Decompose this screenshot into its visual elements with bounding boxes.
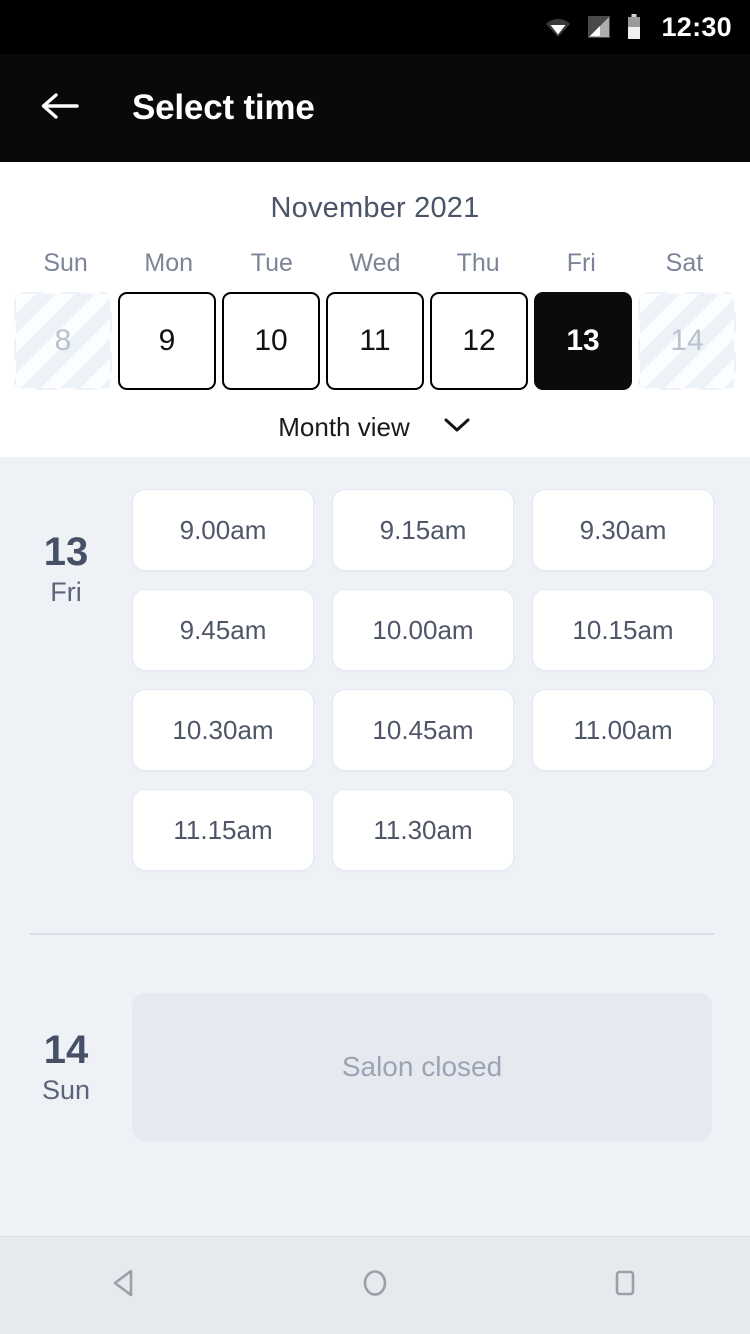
schedule-day-weekday: Fri xyxy=(50,577,82,607)
schedule-day-label: 14 Sun xyxy=(0,993,132,1141)
calendar-day-cell[interactable]: 10 xyxy=(222,292,320,390)
back-button[interactable] xyxy=(34,82,86,134)
time-slot[interactable]: 9.30am xyxy=(532,489,714,571)
weekday-label: Thu xyxy=(456,249,500,277)
calendar-day-row: 8 9 10 11 12 13 14 xyxy=(0,292,750,390)
weekday-label: Tue xyxy=(250,249,293,277)
salon-closed-card: Salon closed xyxy=(132,993,712,1141)
time-slot[interactable]: 11.00am xyxy=(532,689,714,771)
schedule-day-block: 13 Fri 9.00am 9.15am 9.30am 9.45am 10.00… xyxy=(0,457,750,871)
calendar-panel: November 2021 Sun Mon Tue Wed Thu Fri Sa… xyxy=(0,162,750,457)
calendar-weekday-header: Sun Mon Tue Wed Thu Fri Sat xyxy=(0,249,750,278)
page-title: Select time xyxy=(132,88,315,127)
app-bar: Select time xyxy=(0,54,750,162)
time-slot[interactable]: 9.00am xyxy=(132,489,314,571)
weekday-label: Sat xyxy=(665,249,704,277)
schedule-scroll-area[interactable]: 13 Fri 9.00am 9.15am 9.30am 9.45am 10.00… xyxy=(0,457,750,1236)
time-slot-grid: 9.00am 9.15am 9.30am 9.45am 10.00am 10.1… xyxy=(132,489,750,871)
screen-root: 12:30 Select time November 2021 Sun Mon … xyxy=(0,0,750,1334)
schedule-day-label: 13 Fri xyxy=(0,489,132,871)
calendar-day-cell-selected[interactable]: 13 xyxy=(534,292,632,390)
schedule-day-number: 13 xyxy=(43,530,89,574)
time-slot[interactable]: 10.45am xyxy=(332,689,514,771)
status-bar: 12:30 xyxy=(0,0,750,54)
schedule-day-number: 14 xyxy=(43,1028,89,1072)
month-view-toggle[interactable]: Month view xyxy=(0,412,750,443)
schedule-day-weekday: Sun xyxy=(41,1075,91,1105)
time-slot[interactable]: 10.15am xyxy=(532,589,714,671)
calendar-day-cell[interactable]: 9 xyxy=(118,292,216,390)
calendar-month-label: November 2021 xyxy=(270,192,480,224)
weekday-label: Mon xyxy=(144,249,194,277)
time-slot[interactable]: 9.45am xyxy=(132,589,314,671)
android-nav-bar xyxy=(0,1236,750,1334)
status-bar-clock: 12:30 xyxy=(661,11,732,42)
time-slot[interactable]: 11.30am xyxy=(332,789,514,871)
month-view-toggle-label: Month view xyxy=(278,412,410,442)
weekday-label: Fri xyxy=(566,249,596,277)
time-slot[interactable]: 9.15am xyxy=(332,489,514,571)
chevron-down-icon xyxy=(442,416,472,439)
calendar-day-cell[interactable]: 12 xyxy=(430,292,528,390)
recents-square-icon xyxy=(607,1265,643,1306)
weekday-label: Sun xyxy=(43,249,88,277)
home-circle-icon xyxy=(357,1265,393,1306)
nav-home-button[interactable] xyxy=(315,1237,435,1334)
time-slot[interactable]: 11.15am xyxy=(132,789,314,871)
calendar-day-cell: 8 xyxy=(14,292,112,390)
weekday-label: Wed xyxy=(349,249,401,277)
nav-recents-button[interactable] xyxy=(565,1237,685,1334)
time-slot[interactable]: 10.00am xyxy=(332,589,514,671)
battery-icon xyxy=(627,14,641,40)
calendar-day-cell[interactable]: 11 xyxy=(326,292,424,390)
wifi-icon xyxy=(545,16,571,38)
signal-icon xyxy=(587,15,611,39)
time-slot[interactable]: 10.30am xyxy=(132,689,314,771)
calendar-day-cell: 14 xyxy=(638,292,736,390)
schedule-day-block: 14 Sun Salon closed xyxy=(0,935,750,1141)
back-arrow-icon xyxy=(40,91,80,126)
back-triangle-icon xyxy=(107,1265,143,1306)
nav-back-button[interactable] xyxy=(65,1237,185,1334)
